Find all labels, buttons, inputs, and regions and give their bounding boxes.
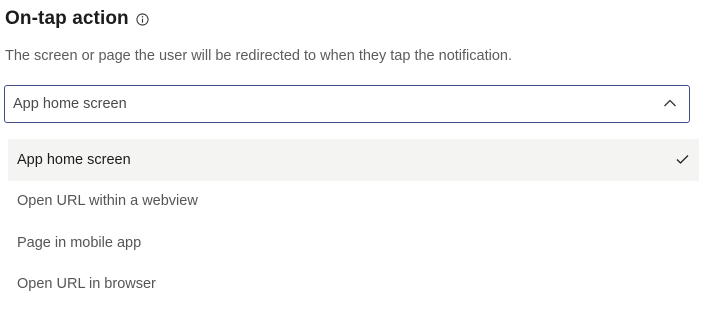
option-open-url-webview[interactable]: Open URL within a webview [8,181,699,223]
chevron-up-icon [664,99,676,107]
field-title: On-tap action [5,8,129,29]
dropdown-menu: App home screen Open URL within a webvie… [8,139,699,305]
field-description: The screen or page the user will be redi… [5,48,512,64]
option-open-url-browser[interactable]: Open URL in browser [8,264,699,306]
option-app-home-screen[interactable]: App home screen [8,139,699,181]
option-label: App home screen [17,151,131,168]
option-label: Open URL in browser [17,276,156,293]
option-label: Page in mobile app [17,234,142,251]
option-page-in-mobile-app[interactable]: Page in mobile app [8,222,699,264]
option-label: Open URL within a webview [17,193,198,210]
on-tap-action-select[interactable]: App home screen [4,85,690,123]
checkmark-icon [676,155,689,164]
select-current-value: App home screen [13,96,127,112]
info-icon[interactable] [136,13,149,26]
field-header: On-tap action [5,8,149,30]
